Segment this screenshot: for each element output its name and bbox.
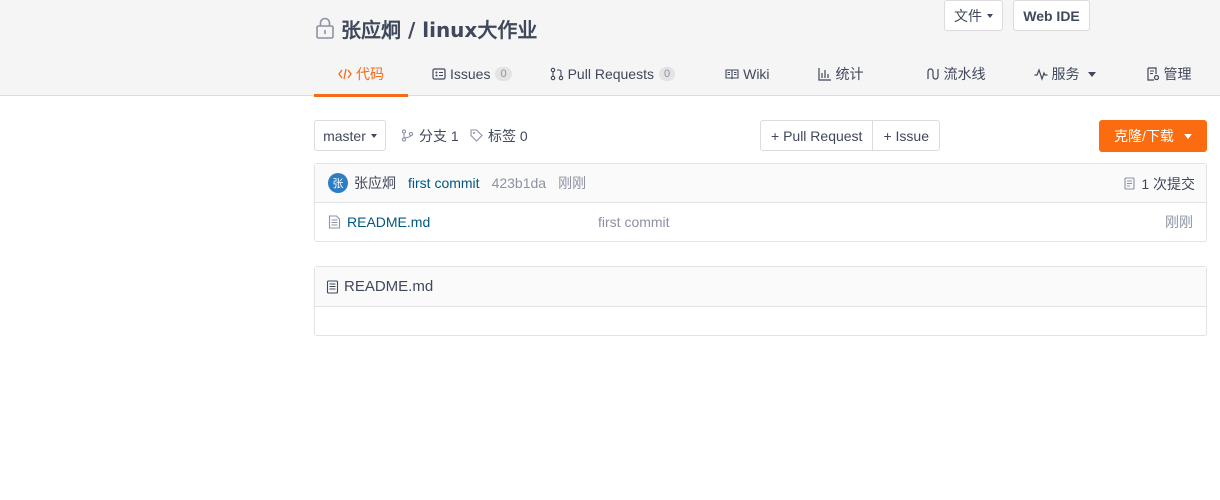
tab-pipeline-label: 流水线 (943, 66, 986, 82)
file-commit-message[interactable]: first commit (598, 214, 670, 230)
new-issue-button[interactable]: + Issue (872, 121, 939, 150)
wiki-icon (725, 69, 739, 80)
branch-icon (401, 129, 414, 142)
commit-count-link[interactable]: 1 次提交 (1123, 164, 1195, 203)
readme-file-icon (326, 279, 339, 294)
issues-icon (432, 68, 446, 80)
avatar[interactable]: 张 (328, 173, 348, 193)
file-name[interactable]: README.md (347, 214, 430, 230)
chevron-down-icon (987, 13, 993, 18)
lock-icon (316, 17, 334, 39)
tab-stats-label: 统计 (835, 66, 864, 82)
commit-author[interactable]: 张应炯 (354, 173, 396, 193)
tab-stats[interactable]: 统计 (806, 52, 876, 96)
chevron-down-icon (1087, 71, 1096, 77)
file-icon (328, 215, 341, 229)
branch-select-label: master (323, 127, 366, 144)
manage-icon (1146, 67, 1159, 81)
tab-pull-requests[interactable]: Pull Requests 0 (538, 52, 688, 96)
code-icon (338, 68, 352, 80)
tab-code-label: 代码 (356, 66, 384, 82)
readme-panel: README.md (314, 266, 1207, 336)
pipeline-icon (926, 68, 939, 80)
tab-service[interactable]: 服务 (1022, 52, 1108, 96)
branches-link[interactable]: 分支 1 (401, 120, 459, 151)
commit-message[interactable]: first commit (408, 175, 480, 191)
pull-request-icon (550, 67, 563, 81)
tags-label: 标签 0 (488, 127, 528, 144)
chevron-down-icon (1183, 133, 1192, 139)
tags-link[interactable]: 标签 0 (470, 120, 528, 151)
branches-label: 分支 1 (419, 127, 459, 144)
tab-issues-label: Issues (450, 66, 491, 82)
service-icon (1034, 68, 1048, 81)
repo-tabs: 代码 Issues 0 Pull Requests 0 Wiki 统计 流水线 … (314, 52, 1204, 97)
tag-icon (470, 129, 483, 142)
clone-download-button[interactable]: 克隆/下载 (1099, 120, 1207, 152)
commit-count-label: 1 次提交 (1141, 175, 1195, 192)
web-ide-label: Web IDE (1023, 7, 1080, 24)
repo-name[interactable]: 张应炯 / linux大作业 (341, 14, 537, 43)
commit-sha[interactable]: 423b1da (492, 175, 547, 191)
list-item[interactable]: README.md first commit 刚刚 (315, 203, 1206, 241)
web-ide-button[interactable]: Web IDE (1013, 0, 1090, 31)
clone-download-label: 克隆/下载 (1114, 128, 1174, 144)
file-list: 张 张应炯 first commit 423b1da 刚刚 1 次提交 READ… (314, 163, 1207, 242)
branch-select[interactable]: master (314, 120, 386, 151)
commits-icon (1124, 177, 1135, 190)
tab-manage-label: 管理 (1163, 66, 1192, 82)
file-commit-time: 刚刚 (1165, 214, 1193, 230)
repo-title: 张应炯 / linux大作业 (314, 14, 537, 42)
tab-pull-requests-label: Pull Requests (567, 66, 654, 82)
tab-service-label: 服务 (1051, 66, 1080, 82)
tab-manage[interactable]: 管理 (1134, 52, 1204, 96)
stats-icon (817, 68, 831, 81)
new-actions-group: + Pull Request + Issue (760, 120, 940, 151)
readme-header: README.md (315, 267, 1206, 307)
issues-count-badge: 0 (495, 67, 512, 81)
latest-commit-bar: 张 张应炯 first commit 423b1da 刚刚 1 次提交 (315, 164, 1206, 203)
file-menu-label: 文件 (954, 7, 982, 24)
pull-requests-count-badge: 0 (658, 67, 676, 81)
new-pull-request-button[interactable]: + Pull Request (761, 121, 872, 150)
readme-title: README.md (344, 278, 434, 295)
commit-time: 刚刚 (558, 175, 587, 191)
tab-code[interactable]: 代码 (314, 52, 408, 97)
tab-issues[interactable]: Issues 0 (420, 52, 524, 96)
tab-pipeline[interactable]: 流水线 (914, 52, 998, 96)
tab-wiki-label: Wiki (743, 66, 770, 82)
file-menu-button[interactable]: 文件 (944, 0, 1003, 31)
tab-wiki[interactable]: Wiki (713, 52, 781, 96)
chevron-down-icon (370, 133, 377, 138)
